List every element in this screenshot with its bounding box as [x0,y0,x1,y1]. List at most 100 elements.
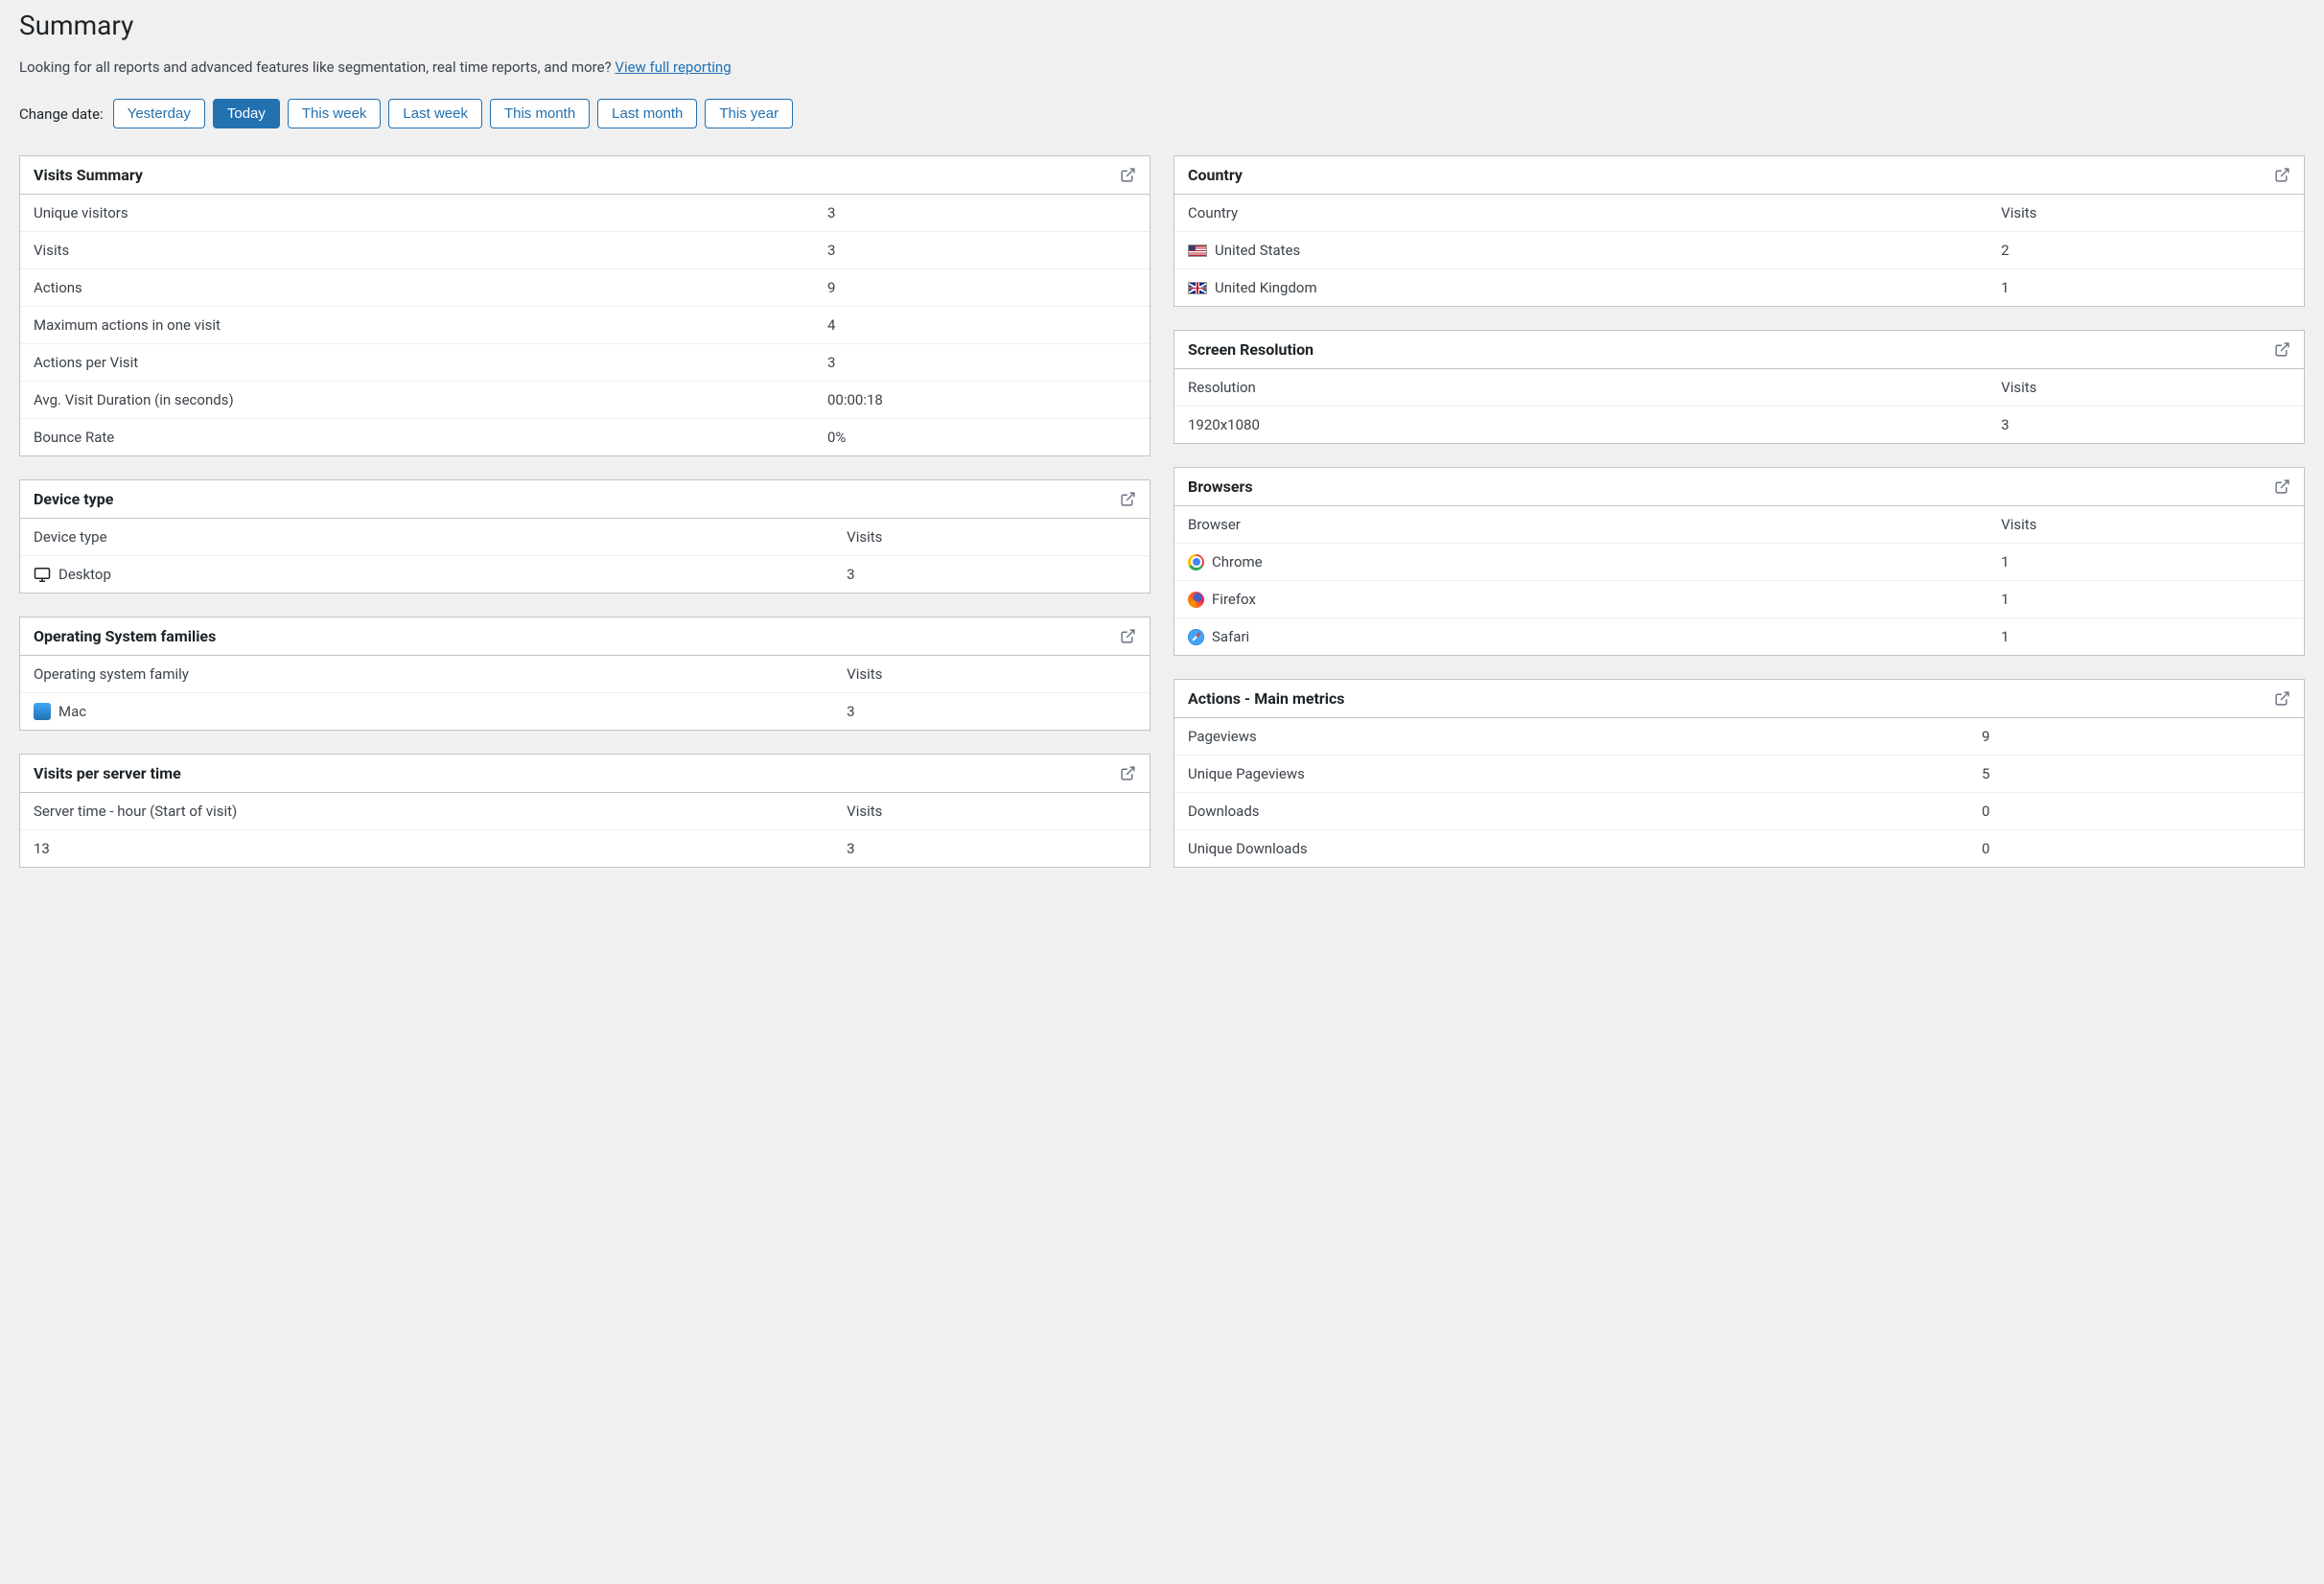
date-last-month-button[interactable]: Last month [597,99,697,128]
chrome-icon [1188,554,1204,571]
metric-value: 0 [1982,803,2290,820]
metric-value: 00:00:18 [827,391,1136,408]
intro-text-span: Looking for all reports and advanced fea… [19,58,615,76]
row-label: 1920x1080 [1174,407,1987,444]
col-key: Resolution [1174,369,1987,407]
table-header-row: Country Visits [1174,195,2304,232]
card-title: Browsers [1188,478,1253,496]
table-row: Safari 1 [1174,618,2304,656]
date-this-year-button[interactable]: This year [705,99,793,128]
date-this-week-button[interactable]: This week [288,99,382,128]
date-today-button[interactable]: Today [213,99,280,128]
metric-label: Actions per Visit [34,354,827,371]
metric-label: Unique Downloads [1188,840,1982,857]
metric-row: Unique Pageviews5 [1174,756,2304,793]
card-title: Country [1188,166,1243,184]
metric-value: 9 [827,279,1136,296]
change-date-row: Change date: Yesterday Today This week L… [19,99,2305,128]
metric-row: Visits3 [20,232,1150,269]
metric-value: 3 [827,354,1136,371]
row-label: Firefox [1212,591,1256,608]
col-key: Device type [20,519,833,556]
metric-value: 9 [1982,728,2290,745]
col-val: Visits [1987,506,2304,544]
row-value: 1 [1987,581,2304,618]
external-link-icon[interactable] [2274,478,2290,495]
metric-label: Unique visitors [34,204,827,221]
card-title: Visits Summary [34,166,143,184]
metric-value: 4 [827,316,1136,334]
external-link-icon[interactable] [1120,167,1136,183]
row-label: Desktop [58,566,111,583]
card-body: Unique visitors3 Visits3 Actions9 Maximu… [20,195,1150,455]
metric-value: 3 [827,242,1136,259]
metric-row: Actions per Visit3 [20,344,1150,382]
flag-uk-icon [1188,282,1207,294]
metric-row: Avg. Visit Duration (in seconds)00:00:18 [20,382,1150,419]
date-button-group: Yesterday Today This week Last week This… [113,99,793,128]
metric-label: Actions [34,279,827,296]
col-val: Visits [1987,369,2304,407]
table-row: 1920x1080 3 [1174,407,2304,444]
date-yesterday-button[interactable]: Yesterday [113,99,205,128]
table-row: Desktop 3 [20,556,1150,594]
metric-row: Downloads0 [1174,793,2304,830]
visits-summary-card: Visits Summary Unique visitors3 Visits3 … [19,155,1150,456]
country-card: Country Country Visits United States [1174,155,2305,307]
date-last-week-button[interactable]: Last week [388,99,482,128]
row-label: Mac [58,703,86,720]
metric-value: 0 [1982,840,2290,857]
mac-icon [34,703,51,720]
card-title: Device type [34,490,113,508]
metric-value: 5 [1982,765,2290,782]
table-row: Firefox 1 [1174,581,2304,618]
external-link-icon[interactable] [2274,341,2290,358]
metric-value: 3 [827,204,1136,221]
external-link-icon[interactable] [1120,765,1136,781]
external-link-icon[interactable] [1120,491,1136,507]
row-label: United Kingdom [1215,279,1317,296]
metric-label: Bounce Rate [34,429,827,446]
firefox-icon [1188,592,1204,608]
table-header-row: Resolution Visits [1174,369,2304,407]
table-header-row: Device type Visits [20,519,1150,556]
device-type-card: Device type Device type Visits [19,479,1150,594]
card-title: Operating System families [34,627,216,645]
view-full-reporting-link[interactable]: View full reporting [615,58,731,76]
visits-per-server-time-card: Visits per server time Server time - hou… [19,754,1150,868]
row-value: 3 [1987,407,2304,444]
row-value: 1 [1987,269,2304,307]
row-value: 2 [1987,232,2304,269]
table-header-row: Operating system family Visits [20,656,1150,693]
external-link-icon[interactable] [2274,690,2290,707]
metric-row: Actions9 [20,269,1150,307]
row-label: 13 [20,830,833,868]
date-this-month-button[interactable]: This month [490,99,590,128]
col-val: Visits [833,793,1150,830]
col-val: Visits [833,519,1150,556]
table-row: Mac 3 [20,693,1150,731]
row-label: Safari [1212,628,1249,645]
external-link-icon[interactable] [2274,167,2290,183]
metric-label: Unique Pageviews [1188,765,1982,782]
browsers-card: Browsers Browser Visits Chrome 1 Firefox [1174,467,2305,656]
metric-row: Pageviews9 [1174,718,2304,756]
metric-label: Maximum actions in one visit [34,316,827,334]
external-link-icon[interactable] [1120,628,1136,644]
metric-label: Avg. Visit Duration (in seconds) [34,391,827,408]
card-title: Visits per server time [34,764,181,782]
table-header-row: Server time - hour (Start of visit) Visi… [20,793,1150,830]
card-title: Screen Resolution [1188,340,1313,359]
col-val: Visits [833,656,1150,693]
page-title: Summary [19,10,2305,41]
metric-label: Visits [34,242,827,259]
col-val: Visits [1987,195,2304,232]
metric-label: Downloads [1188,803,1982,820]
os-families-card: Operating System families Operating syst… [19,617,1150,731]
flag-us-icon [1188,245,1207,257]
table-row: 13 3 [20,830,1150,868]
card-body: Pageviews9 Unique Pageviews5 Downloads0 … [1174,718,2304,867]
metric-row: Unique visitors3 [20,195,1150,232]
row-value: 3 [833,830,1150,868]
table-header-row: Browser Visits [1174,506,2304,544]
